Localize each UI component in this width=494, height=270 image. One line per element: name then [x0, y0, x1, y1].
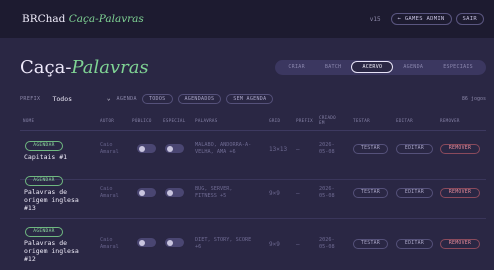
col-header-testar: TESTAR: [353, 118, 370, 123]
title-row: Caça-Palavras CRIAR BATCH ACERVO AGENDA …: [20, 54, 486, 80]
tab-especiais[interactable]: ESPECIAIS: [433, 61, 483, 73]
chevron-down-icon: ⌄: [106, 95, 111, 102]
col-header-criado-line2: EM: [319, 120, 325, 125]
top-bar: BRChad Caça-Palavras v15 ← GAMES ADMIN S…: [0, 0, 494, 38]
agendar-button[interactable]: AGENDAR: [25, 141, 63, 151]
table-row: AGENDAR Palavras de origem inglesa #13 C…: [20, 173, 486, 219]
words-cell: BUG, SERVER, FITNESS +5: [195, 186, 267, 199]
prefix-value: —: [296, 190, 300, 197]
brand-logo[interactable]: BRChad Caça-Palavras: [22, 13, 144, 25]
grid-size: 13×13: [269, 146, 288, 153]
game-name-line: origem inglesa: [24, 196, 79, 204]
table-row: AGENDAR Palavras de origem inglesa #12 C…: [20, 224, 486, 270]
words-line: VELHA, AMA +6: [195, 148, 236, 155]
prefix-select[interactable]: Todos ⌄: [52, 95, 110, 103]
special-toggle[interactable]: [165, 188, 184, 197]
author-line: Amaral: [100, 243, 119, 250]
remover-button[interactable]: REMOVER: [440, 144, 480, 154]
created-date: 2026- 05-08: [319, 237, 335, 250]
editar-button[interactable]: EDITAR: [396, 239, 433, 249]
editar-button[interactable]: EDITAR: [396, 144, 433, 154]
date-line: 05-08: [319, 243, 335, 250]
games-admin-button[interactable]: ← GAMES ADMIN: [390, 13, 452, 25]
public-toggle[interactable]: [137, 188, 156, 197]
date-line: 2026-: [319, 142, 335, 148]
tab-acervo[interactable]: ACERVO: [351, 61, 394, 73]
words-line: +6: [195, 243, 202, 250]
page-title-accent: Palavras: [71, 56, 149, 78]
words-cell: MALABO, ANDORRA-A- VELHA, AMA +6: [195, 142, 267, 155]
logout-button[interactable]: SAIR: [455, 13, 484, 25]
game-name-line: #12: [24, 255, 36, 263]
grid-size: 9×9: [269, 190, 280, 197]
public-toggle[interactable]: [137, 238, 156, 247]
col-header-editar: EDITAR: [396, 118, 413, 123]
date-line: 2026-: [319, 237, 335, 243]
grid-size: 9×9: [269, 241, 280, 248]
brand-name: BRChad: [22, 13, 69, 25]
date-line: 05-08: [319, 192, 335, 199]
filter-todos-button[interactable]: TODOS: [141, 94, 173, 104]
game-name-line: #13: [24, 204, 36, 212]
col-header-especial: ESPECIAL: [163, 118, 186, 123]
version-label: v15: [369, 15, 381, 23]
words-line: FITNESS +5: [195, 192, 227, 199]
author-cell: Caio Amaral: [100, 186, 119, 199]
game-name: Capitais #1: [24, 153, 68, 161]
agendar-button[interactable]: AGENDAR: [25, 176, 63, 186]
col-header-palavras: PALAVRAS: [195, 118, 218, 123]
agendar-button[interactable]: AGENDAR: [25, 227, 63, 237]
author-cell: Caio Amaral: [100, 142, 119, 155]
words-cell: DIET, STORY, SCORE +6: [195, 237, 267, 250]
author-cell: Caio Amaral: [100, 237, 119, 250]
prefix-value: —: [296, 146, 300, 153]
game-name-line: Palavras de: [24, 188, 68, 196]
tab-agenda[interactable]: AGENDA: [393, 61, 433, 73]
tab-bar: CRIAR BATCH ACERVO AGENDA ESPECIAIS: [275, 59, 486, 75]
game-name-line: Palavras de: [24, 239, 68, 247]
remover-button[interactable]: REMOVER: [440, 188, 480, 198]
col-header-prefix: PREFIX: [296, 118, 313, 123]
col-header-publico: PÚBLICO: [132, 118, 152, 123]
row-divider: [20, 218, 486, 219]
col-header-grid: GRID: [269, 118, 281, 123]
created-date: 2026- 05-08: [319, 142, 335, 155]
col-header-autor: AUTOR: [100, 118, 115, 123]
tab-batch[interactable]: BATCH: [315, 61, 352, 73]
editar-button[interactable]: EDITAR: [396, 188, 433, 198]
author-line: Amaral: [100, 148, 119, 155]
game-name-line: origem inglesa: [24, 247, 79, 255]
testar-button[interactable]: TESTAR: [353, 239, 388, 249]
special-toggle[interactable]: [165, 144, 184, 153]
author-line: Amaral: [100, 192, 119, 199]
game-name: Palavras de origem inglesa #12: [24, 239, 98, 263]
filter-row: PREFIX Todos ⌄ AGENDA TODOS AGENDADOS SE…: [20, 92, 486, 106]
brand-accent: Caça-Palavras: [68, 13, 144, 25]
filter-sem-agenda-button[interactable]: SEM AGENDA: [226, 94, 274, 104]
filter-agendados-button[interactable]: AGENDADOS: [177, 94, 222, 104]
table-header: NOME AUTOR PÚBLICO ESPECIAL PALAVRAS GRI…: [20, 114, 486, 128]
col-header-remover: REMOVER: [440, 118, 460, 123]
col-header-criado: CRIADO EM: [319, 115, 336, 125]
testar-button[interactable]: TESTAR: [353, 188, 388, 198]
col-header-nome: NOME: [23, 118, 35, 123]
prefix-filter-label: PREFIX: [20, 96, 41, 102]
prefix-value: —: [296, 241, 300, 248]
public-toggle[interactable]: [137, 144, 156, 153]
date-line: 2026-: [319, 186, 335, 192]
special-toggle[interactable]: [165, 238, 184, 247]
testar-button[interactable]: TESTAR: [353, 144, 388, 154]
header-divider: [20, 130, 486, 131]
remover-button[interactable]: REMOVER: [440, 239, 480, 249]
page-title-main: Caça-: [20, 56, 72, 78]
game-name: Palavras de origem inglesa #13: [24, 188, 98, 212]
page-title: Caça-Palavras: [20, 57, 149, 78]
created-date: 2026- 05-08: [319, 186, 335, 199]
date-line: 05-08: [319, 148, 335, 155]
tab-criar[interactable]: CRIAR: [278, 61, 315, 73]
agenda-filter-label: AGENDA: [116, 96, 137, 102]
prefix-select-value: Todos: [52, 95, 73, 103]
games-count: 86 jogos: [461, 96, 486, 102]
